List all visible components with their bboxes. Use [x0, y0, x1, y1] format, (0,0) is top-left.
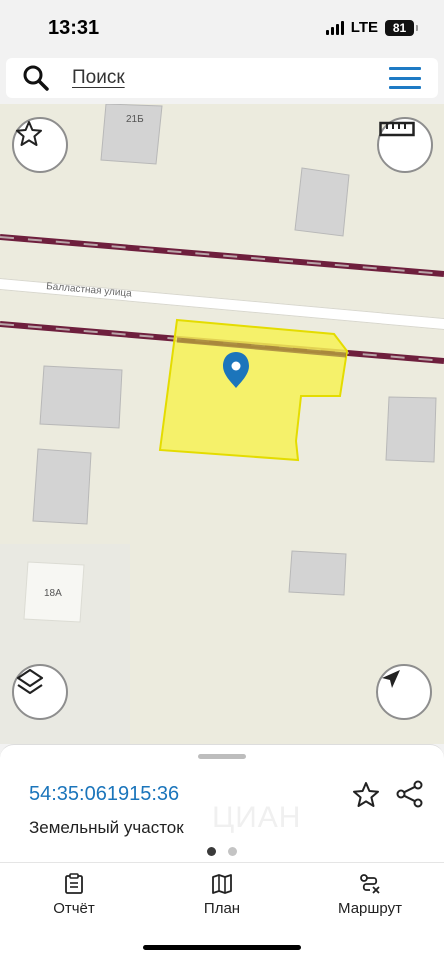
building: [385, 396, 437, 463]
my-location-button[interactable]: [376, 664, 432, 720]
map-canvas[interactable]: Балластная улица 21Б 18А: [0, 104, 444, 744]
report-icon: [65, 873, 83, 894]
route-icon: [360, 874, 380, 894]
tab-report-label: Отчёт: [53, 900, 95, 917]
favorite-map-button[interactable]: [12, 117, 68, 173]
share-icon[interactable]: [395, 779, 425, 809]
cadastral-number[interactable]: 54:35:061915:36: [29, 783, 179, 806]
map-view[interactable]: Балластная улица 21Б 18А: [0, 104, 444, 744]
star-icon: [16, 121, 42, 146]
building: [100, 104, 163, 165]
navigation-arrow-icon: [382, 670, 400, 688]
building: [294, 167, 350, 237]
page-dot: [228, 847, 237, 856]
tab-plan-label: План: [203, 900, 241, 917]
battery-level: 81: [392, 20, 407, 35]
watermark: ЦИАН: [212, 801, 302, 834]
tab-route-label: Маршрут: [338, 900, 402, 917]
layers-icon: [16, 668, 44, 695]
building-label: 21Б: [126, 114, 144, 125]
status-time: 13:31: [48, 17, 100, 39]
tab-report[interactable]: Отчёт: [14, 873, 134, 917]
object-card[interactable]: ЦИАН 54:35:061915:36 Земельный участок: [0, 744, 444, 862]
status-indicators: LTE 81: [325, 19, 418, 36]
object-type: Земельный участок: [29, 818, 184, 837]
menu-icon[interactable]: [389, 67, 421, 89]
layers-button[interactable]: [12, 664, 68, 720]
tab-route[interactable]: Маршрут: [310, 873, 430, 917]
ruler-button[interactable]: [377, 117, 433, 173]
star-icon[interactable]: [351, 780, 381, 810]
building: [288, 550, 347, 596]
search-input[interactable]: Поиск: [72, 67, 125, 89]
page-dot-active: [207, 847, 216, 856]
building: [39, 365, 123, 429]
map-icon: [212, 874, 232, 894]
home-indicator[interactable]: [143, 945, 301, 950]
tab-plan[interactable]: План: [162, 873, 282, 917]
signal-icon: [325, 20, 344, 35]
search-icon[interactable]: [22, 64, 50, 92]
ruler-icon: [379, 121, 415, 137]
page-indicator: [207, 847, 237, 856]
building-label: 18А: [44, 588, 62, 599]
search-bar[interactable]: Поиск: [6, 58, 438, 98]
battery-icon: 81: [385, 19, 418, 36]
status-bar: 13:31 LTE 81: [0, 0, 444, 56]
network-type: LTE: [350, 19, 378, 36]
sheet-handle[interactable]: [198, 754, 246, 759]
building: [32, 448, 92, 525]
